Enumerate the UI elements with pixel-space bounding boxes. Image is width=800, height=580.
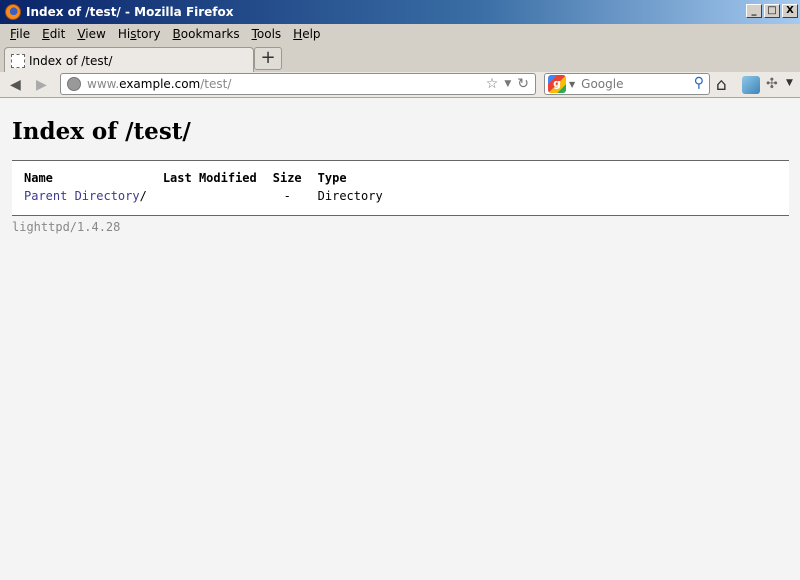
home-icon[interactable]: ⌂ xyxy=(716,75,727,95)
url-text: www.example.com/test/ xyxy=(87,77,232,91)
table-header-row: Name Last Modified Size Type xyxy=(22,169,397,187)
close-button[interactable]: X xyxy=(782,4,798,18)
row-size: - xyxy=(283,189,291,203)
menu-bookmarks[interactable]: Bookmarks xyxy=(167,27,246,41)
menubar: File Edit View History Bookmarks Tools H… xyxy=(0,24,800,44)
url-dropdown-icon[interactable]: ▼ xyxy=(504,79,511,92)
menu-file[interactable]: File xyxy=(4,27,36,41)
page-content: Index of /test/ Name Last Modified Size … xyxy=(0,98,800,580)
menu-view[interactable]: View xyxy=(71,27,111,41)
search-placeholder: Google xyxy=(581,77,624,91)
forward-arrow-icon[interactable]: ▶ xyxy=(36,77,47,93)
addon-icon[interactable] xyxy=(742,76,760,94)
blank-page-icon xyxy=(11,53,25,68)
directory-list: Name Last Modified Size Type Parent Dire… xyxy=(12,161,789,216)
page-heading: Index of /test/ xyxy=(12,118,191,145)
bookmark-star-icon[interactable]: ☆ xyxy=(486,76,499,92)
minimize-button[interactable]: _ xyxy=(746,4,762,18)
menu-history[interactable]: History xyxy=(112,27,167,41)
navigation-toolbar: ◀ ▶ www.example.com/test/ ☆ ▼ ↻ g ▼ Goog… xyxy=(0,72,800,98)
menu-help[interactable]: Help xyxy=(287,27,326,41)
window-titlebar[interactable]: Index of /test/ - Mozilla Firefox _ □ X xyxy=(0,0,800,24)
back-arrow-icon[interactable]: ◀ xyxy=(10,77,21,93)
row-modified xyxy=(161,187,271,205)
column-type[interactable]: Type xyxy=(316,169,397,187)
google-icon[interactable]: g xyxy=(548,75,566,93)
column-last-modified[interactable]: Last Modified xyxy=(161,169,271,187)
table-row: Parent Directory/ - Directory xyxy=(22,187,397,205)
window-controls: _ □ X xyxy=(746,4,798,18)
search-bar[interactable]: g ▼ Google ⚲ xyxy=(544,73,710,95)
column-name[interactable]: Name xyxy=(22,169,161,187)
new-tab-button[interactable]: + xyxy=(254,47,282,70)
tab-index-of-test[interactable]: Index of /test/ xyxy=(4,47,254,73)
tab-label: Index of /test/ xyxy=(29,53,113,68)
menu-edit[interactable]: Edit xyxy=(36,27,71,41)
toolbar-dropdown-icon[interactable]: ▼ xyxy=(786,78,793,88)
divider-bottom xyxy=(12,215,789,216)
directory-table: Name Last Modified Size Type Parent Dire… xyxy=(22,169,397,205)
search-magnifier-icon[interactable]: ⚲ xyxy=(694,75,704,91)
maximize-button[interactable]: □ xyxy=(764,4,780,18)
firefox-icon xyxy=(5,4,21,20)
globe-icon xyxy=(67,77,81,91)
parent-directory-link[interactable]: Parent Directory xyxy=(24,189,140,203)
menu-tools[interactable]: Tools xyxy=(246,27,288,41)
tab-strip: Index of /test/ xyxy=(0,44,800,73)
window-title: Index of /test/ - Mozilla Firefox xyxy=(26,5,234,19)
url-bar[interactable]: www.example.com/test/ ☆ ▼ ↻ xyxy=(60,73,536,95)
row-name: Parent Directory/ xyxy=(24,189,147,203)
extension-icon[interactable]: ✣ xyxy=(766,76,778,92)
server-footer: lighttpd/1.4.28 xyxy=(12,220,121,234)
column-size[interactable]: Size xyxy=(271,169,316,187)
row-type: Directory xyxy=(317,189,383,203)
search-engine-dropdown-icon[interactable]: ▼ xyxy=(569,80,575,89)
reload-icon[interactable]: ↻ xyxy=(517,76,529,92)
